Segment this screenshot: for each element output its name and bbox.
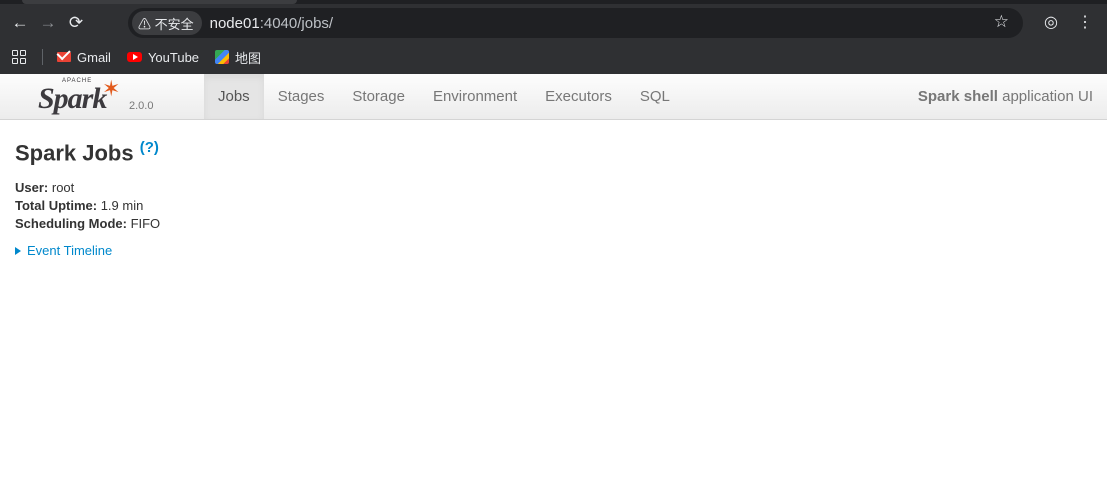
- tab-stages[interactable]: Stages: [264, 74, 339, 119]
- active-tab[interactable]: [22, 0, 297, 4]
- security-chip[interactable]: ⚠ 不安全: [132, 11, 202, 35]
- security-chip-label: ⚠ 不安全: [138, 16, 194, 32]
- browser-chrome: ← → ⟳ ⚠ 不安全 node01:4040/jobs/ ☆ ◎ ⋮ Gmai…: [0, 0, 1107, 74]
- application-name: Spark shell application UI: [918, 74, 1093, 119]
- scheduling-label: Scheduling Mode:: [15, 216, 127, 232]
- uptime-value: 1.9 min: [97, 198, 144, 214]
- tab-sql[interactable]: SQL: [626, 74, 684, 119]
- uptime-row: Total Uptime: 1.9 min: [15, 197, 160, 215]
- help-link[interactable]: (?): [140, 139, 159, 156]
- address-bar[interactable]: ⚠ 不安全 node01:4040/jobs/ ☆: [128, 8, 1023, 38]
- scheduling-row: Scheduling Mode: FIFO: [15, 215, 160, 233]
- bookmark-gmail[interactable]: Gmail: [57, 50, 111, 65]
- scheduling-value: FIFO: [126, 216, 161, 232]
- main-content: Spark Jobs (?) User: root Total Uptime: …: [15, 139, 160, 258]
- user-row: User: root: [15, 179, 160, 197]
- maps-icon: [215, 50, 230, 64]
- bookmark-maps[interactable]: 地图: [215, 48, 261, 67]
- spark-version: 2.0.0: [129, 100, 154, 112]
- bookmarks-separator: [42, 49, 43, 65]
- gmail-icon: [57, 52, 71, 62]
- tab-strip: [0, 0, 1107, 4]
- logo-spark-text: Spark: [38, 82, 107, 115]
- tab-storage[interactable]: Storage: [338, 74, 419, 119]
- forward-icon[interactable]: →: [34, 9, 62, 37]
- back-icon[interactable]: ←: [6, 9, 34, 37]
- url-path: :4040/jobs/: [259, 14, 334, 32]
- page-title-text: Spark Jobs: [15, 140, 140, 166]
- reload-icon[interactable]: ⟳: [62, 9, 90, 37]
- app-name-rest: application UI: [997, 88, 1093, 105]
- bookmark-youtube[interactable]: YouTube: [126, 49, 200, 65]
- spark-logo[interactable]: APACHE Spark ✶: [36, 76, 126, 116]
- bookmarks-bar: Gmail YouTube 地图: [0, 44, 277, 70]
- spark-navbar: APACHE Spark ✶ 2.0.0 Jobs Stages Storage…: [0, 74, 1107, 120]
- tab-jobs[interactable]: Jobs: [204, 74, 264, 119]
- job-summary: User: root Total Uptime: 1.9 min Schedul…: [15, 179, 160, 233]
- url-host: node01: [209, 14, 260, 32]
- bookmark-label: Gmail: [77, 49, 111, 65]
- uptime-label: Total Uptime:: [15, 198, 98, 214]
- page-title: Spark Jobs (?): [15, 139, 160, 166]
- expand-arrow-icon: [15, 246, 21, 255]
- apps-grid-icon[interactable]: [12, 50, 26, 64]
- spark-tabs: Jobs Stages Storage Environment Executor…: [204, 74, 684, 119]
- app-name-bold: Spark shell: [917, 88, 998, 105]
- bookmark-star-icon[interactable]: ☆: [994, 12, 1009, 32]
- bookmark-label: YouTube: [147, 49, 200, 65]
- menu-icon[interactable]: ⋮: [1071, 8, 1099, 36]
- toolbar-right: ◎ ⋮: [1037, 8, 1099, 36]
- url-text[interactable]: node01:4040/jobs/: [210, 15, 333, 32]
- profile-icon[interactable]: ◎: [1037, 8, 1065, 36]
- event-timeline-label: Event Timeline: [27, 243, 113, 259]
- youtube-icon: [126, 52, 142, 62]
- event-timeline-toggle[interactable]: Event Timeline: [15, 243, 160, 258]
- tab-executors[interactable]: Executors: [531, 74, 626, 119]
- user-label: User:: [15, 180, 49, 196]
- spark-star-icon: ✶: [102, 76, 121, 101]
- bookmark-label: 地图: [235, 50, 262, 66]
- tab-environment[interactable]: Environment: [419, 74, 531, 119]
- user-value: root: [48, 180, 75, 196]
- nav-buttons: ← → ⟳: [6, 8, 90, 38]
